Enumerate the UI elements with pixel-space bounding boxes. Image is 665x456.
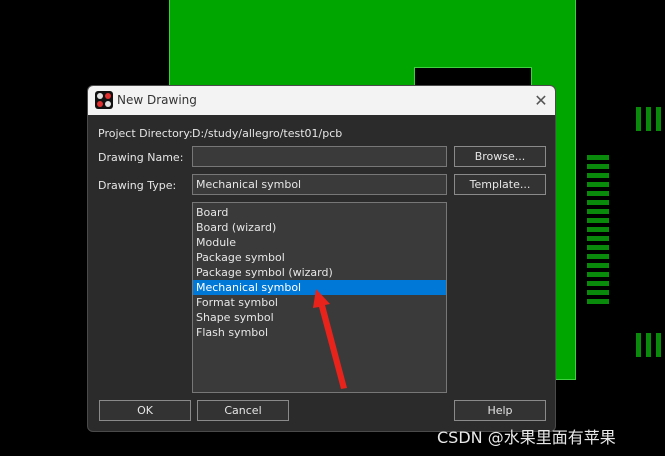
csdn-watermark: CSDN @水果里面有苹果 — [437, 428, 616, 447]
annotation-arrow — [313, 289, 347, 389]
arrow-icon — [313, 289, 347, 389]
pcb-editor-canvas[interactable]: New Drawing ✕ Project Directory: D:/stud… — [0, 0, 665, 456]
